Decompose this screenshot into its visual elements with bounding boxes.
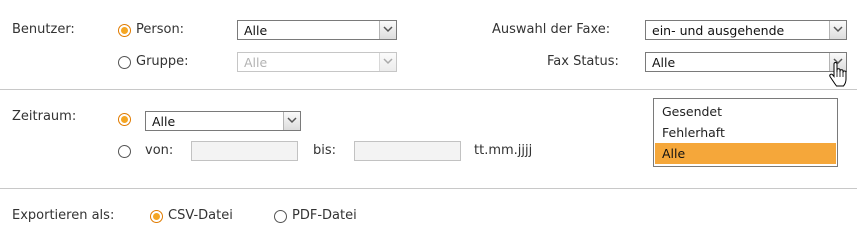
date-format-hint: tt.mm.jjjj	[474, 143, 533, 158]
pdf-radio[interactable]	[274, 210, 287, 223]
group-select-value: Alle	[244, 55, 268, 70]
fax-status-option-selected[interactable]: Alle	[655, 143, 836, 164]
fax-status-select[interactable]: Alle	[645, 52, 847, 72]
hand-pointer-cursor-icon	[829, 62, 847, 87]
person-radio-label[interactable]: Person:	[136, 22, 184, 38]
person-radio[interactable]	[118, 24, 131, 37]
user-section-label: Benutzer:	[12, 22, 75, 37]
fax-selection-value: ein- und ausgehende	[652, 23, 785, 38]
section-divider	[0, 89, 857, 90]
fax-status-dropdown-list: Gesendet Fehlerhaft Alle	[653, 98, 838, 167]
fax-selection-select[interactable]: ein- und ausgehende	[645, 20, 847, 40]
to-date-input[interactable]	[354, 141, 461, 161]
from-label: von:	[145, 143, 174, 158]
fax-status-option[interactable]: Fehlerhaft	[655, 122, 836, 143]
period-select[interactable]: Alle	[145, 111, 301, 131]
radio-dot-icon	[121, 116, 128, 123]
to-label: bis:	[313, 143, 337, 158]
csv-radio[interactable]	[150, 210, 163, 223]
period-range-radio[interactable]	[118, 145, 131, 158]
chevron-down-icon[interactable]	[829, 21, 846, 39]
fax-status-option[interactable]: Gesendet	[655, 101, 836, 122]
from-date-input[interactable]	[191, 141, 298, 161]
period-all-radio[interactable]	[118, 113, 131, 126]
group-radio-label[interactable]: Gruppe:	[136, 54, 189, 70]
chevron-down-icon[interactable]	[379, 21, 396, 39]
group-radio[interactable]	[118, 56, 131, 69]
section-divider	[0, 188, 857, 189]
chevron-down-icon	[379, 53, 396, 71]
fax-selection-label: Auswahl der Faxe:	[492, 22, 611, 37]
chevron-down-icon[interactable]	[283, 112, 300, 130]
group-select[interactable]: Alle	[237, 52, 397, 72]
radio-dot-icon	[153, 213, 160, 220]
fax-status-value: Alle	[652, 55, 676, 70]
person-select-value: Alle	[244, 23, 268, 38]
period-select-value: Alle	[152, 114, 176, 129]
fax-status-label: Fax Status:	[547, 54, 619, 69]
period-section-label: Zeitraum:	[12, 109, 77, 124]
person-select[interactable]: Alle	[237, 20, 397, 40]
radio-dot-icon	[121, 27, 128, 34]
csv-radio-label[interactable]: CSV-Datei	[168, 208, 233, 224]
export-section-label: Exportieren als:	[12, 208, 115, 223]
pdf-radio-label[interactable]: PDF-Datei	[292, 208, 357, 224]
